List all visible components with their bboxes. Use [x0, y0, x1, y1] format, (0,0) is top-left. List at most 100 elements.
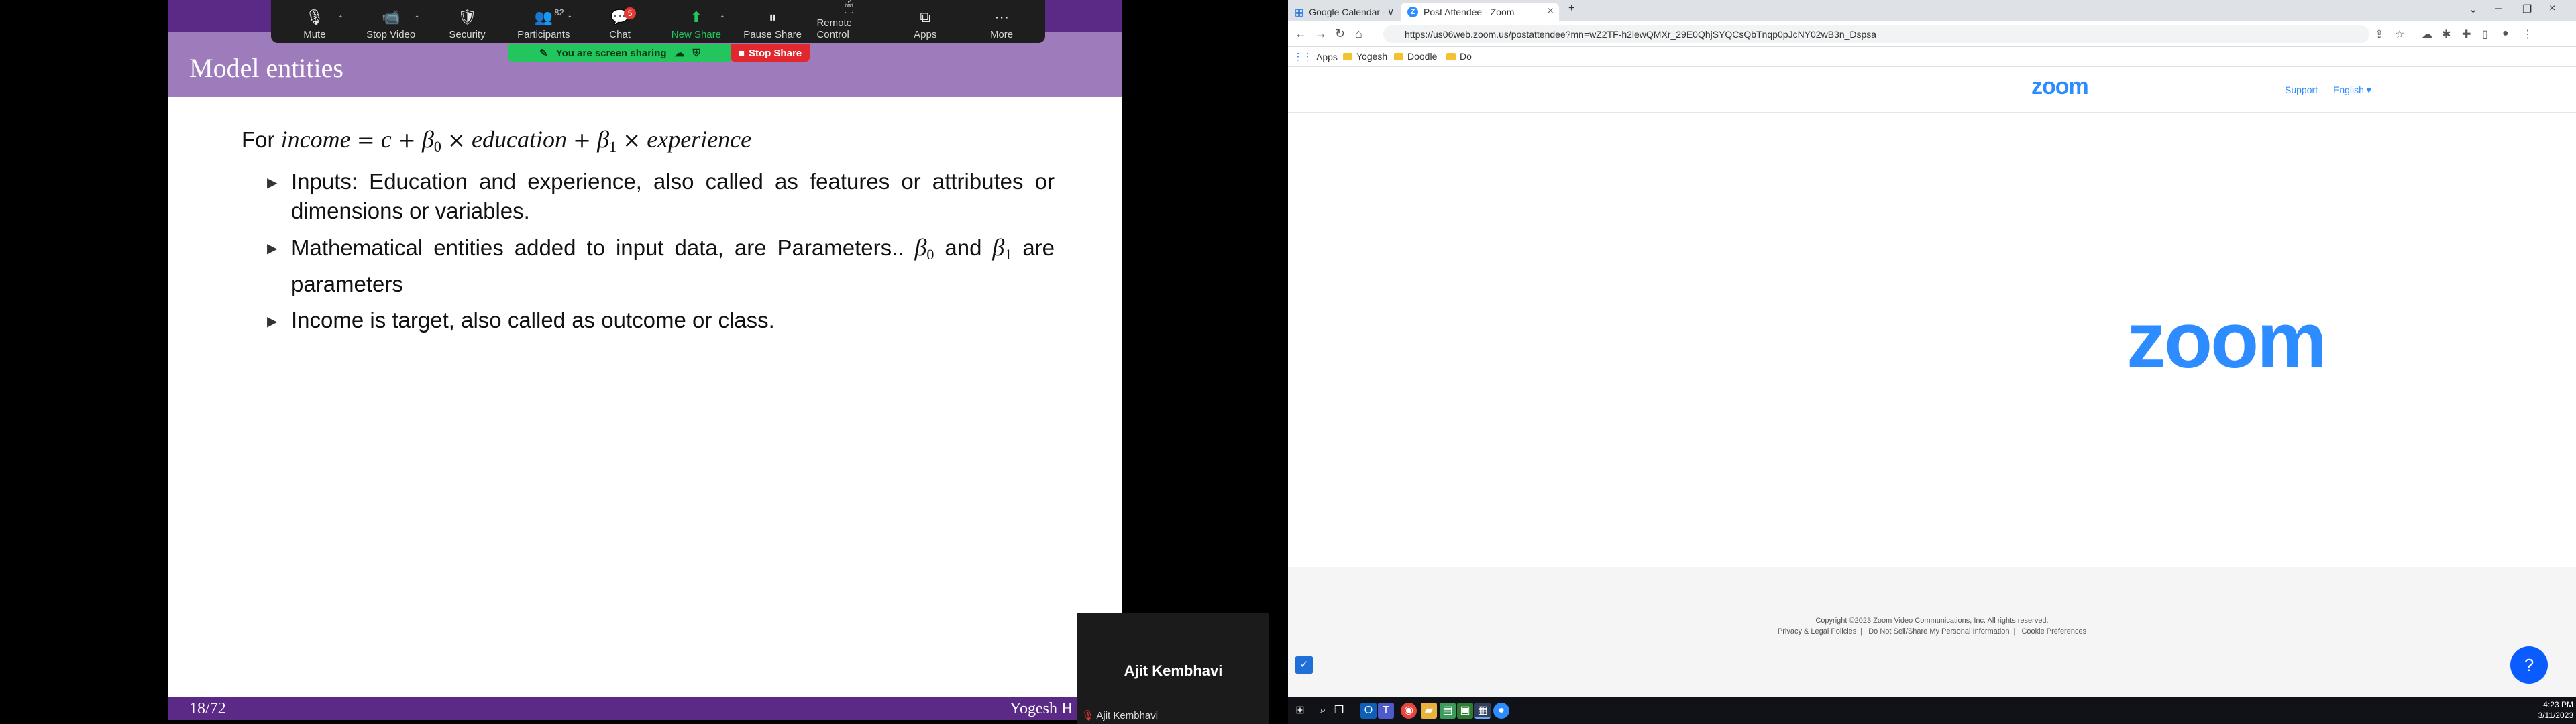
participant-count: 82: [554, 7, 564, 17]
calendar-icon: ▦: [1295, 6, 1304, 17]
reload-icon[interactable]: ↻: [1335, 27, 1345, 41]
cookie-preferences-link[interactable]: Cookie Preferences: [2021, 627, 2086, 636]
bookmark-do[interactable]: Do: [1446, 51, 1472, 62]
help-chat-button[interactable]: ?: [2510, 646, 2548, 684]
bookmark-yogesh[interactable]: Yogesh: [1343, 51, 1387, 62]
bullet-item: ▶ Mathematical entities added to input d…: [241, 233, 1055, 299]
screen-sharing-indicator[interactable]: ✎ You are screen sharing ☁ ⛨: [508, 44, 732, 62]
zoom-favicon-icon: Z: [1407, 7, 1418, 17]
task-view-icon[interactable]: ❒: [1331, 703, 1347, 719]
file-explorer-icon[interactable]: ▰: [1421, 703, 1437, 719]
pause-share-button[interactable]: ⏸ Pause Share: [741, 6, 805, 40]
shield-check-icon[interactable]: ✓: [1295, 656, 1313, 674]
close-tab-icon[interactable]: ×: [1548, 5, 1554, 17]
chevron-up-icon[interactable]: ⌃: [566, 14, 573, 23]
participant-label-text: Ajit Kembhavi: [1096, 710, 1159, 721]
more-button[interactable]: ⋯ More: [969, 6, 1034, 40]
mute-button[interactable]: 🎙 Mute ⌃: [282, 6, 347, 40]
chat-unread-badge: 5: [624, 7, 637, 19]
bookmark-star-icon[interactable]: ☆: [2395, 27, 2404, 41]
bullet-item: ▶ Inputs: Education and experience, also…: [241, 167, 1055, 226]
apps-button[interactable]: ⧉ Apps: [893, 6, 957, 40]
beta-sub-0: 0: [926, 246, 934, 263]
formula-plus-2: +: [573, 127, 591, 153]
share-screen-icon: ⬆: [690, 9, 703, 25]
browser-tab-calendar[interactable]: ▦ Google Calendar - Week of Ma...: [1288, 3, 1393, 21]
new-share-button[interactable]: ⬆ New Share ⌃: [664, 6, 729, 40]
folder-icon: [1394, 52, 1403, 60]
bullet-beta0: β0: [914, 234, 934, 263]
participants-button[interactable]: 👥 82 Participants ⌃: [511, 6, 576, 40]
teams-icon[interactable]: T: [1378, 703, 1394, 719]
new-tab-button[interactable]: +: [1568, 3, 1574, 15]
chevron-up-icon[interactable]: ⌃: [414, 14, 421, 23]
bullet-text: Mathematical entities added to input dat…: [291, 233, 1055, 299]
chevron-up-icon[interactable]: ⌃: [337, 14, 344, 23]
chat-button[interactable]: 💬 5 Chat: [588, 6, 652, 40]
tab-title: Post Attendee - Zoom: [1424, 7, 1515, 17]
stop-share-button[interactable]: ■ Stop Share: [731, 44, 810, 62]
beta-symbol: β: [421, 126, 434, 153]
app-icon[interactable]: ▣: [1457, 703, 1473, 719]
forward-arrow-icon[interactable]: →: [1315, 27, 1327, 41]
language-dropdown[interactable]: English ▾: [2333, 84, 2371, 96]
clock-date: 3/11/2023: [2538, 711, 2574, 720]
restore-icon[interactable]: ❐: [2522, 3, 2532, 16]
bullet-pre: Mathematical entities added to input dat…: [291, 235, 904, 260]
close-window-icon[interactable]: ×: [2549, 3, 2555, 15]
profile-avatar-icon[interactable]: ●: [2502, 27, 2509, 40]
stop-video-button[interactable]: 📹 Stop Video ⌃: [359, 6, 423, 40]
participant-video-tile[interactable]: Ajit Kembhavi 🎙 Ajit Kembhavi: [1077, 613, 1269, 724]
apps-icon: ⧉: [920, 9, 931, 25]
sharing-text: You are screen sharing: [555, 47, 667, 59]
sidebar-icon[interactable]: ▯: [2482, 27, 2488, 41]
privacy-link[interactable]: Privacy & Legal Policies: [1778, 627, 1856, 636]
search-icon[interactable]: ⌕: [1315, 703, 1331, 719]
slide-body: For income = c + β0 × education + β1 × e…: [241, 125, 1055, 343]
browser-tab-zoom[interactable]: Z Post Attendee - Zoom ×: [1401, 3, 1559, 21]
footer-links: Privacy & Legal Policies | Do Not Sell/Sh…: [1777, 627, 2087, 636]
app-icon[interactable]: ▦: [1474, 703, 1491, 719]
minimize-icon[interactable]: –: [2496, 3, 2502, 15]
bullet-beta1: β1: [992, 234, 1012, 263]
windows-start-icon[interactable]: ⊞: [1292, 703, 1308, 719]
app-icon[interactable]: ▤: [1440, 703, 1456, 719]
bullet-triangle-icon: ▶: [267, 176, 278, 190]
puzzle-icon[interactable]: ✚: [2462, 27, 2471, 41]
extension-icon[interactable]: ✱: [2442, 27, 2451, 41]
formula-beta0: β0: [421, 126, 441, 155]
zoom-page-header: zoom Support English ▾: [1288, 67, 2576, 113]
bookmark-apps[interactable]: ⋮⋮ Apps: [1293, 51, 1338, 62]
outlook-icon[interactable]: O: [1360, 703, 1377, 719]
formula-times: ×: [447, 127, 466, 153]
video-camera-icon: 📹: [381, 9, 400, 25]
bookmark-label: Yogesh: [1356, 51, 1388, 62]
mouse-icon: 🖱: [844, 0, 854, 14]
home-icon[interactable]: ⌂: [1355, 27, 1362, 41]
remote-control-button[interactable]: 🖱 Remote Control: [816, 0, 881, 40]
slide-footer: 18/72 Yogesh H Kulkar: [168, 697, 1122, 720]
menu-dots-icon[interactable]: ⋮: [2522, 27, 2533, 41]
formula-income: income: [280, 126, 351, 153]
slide-formula: For income = c + β0 × education + β1 × e…: [241, 125, 1055, 162]
extension-icon[interactable]: ☁: [2422, 27, 2432, 41]
taskbar-clock[interactable]: 4:23 PM 3/11/2023: [2538, 699, 2574, 721]
zoom-taskbar-icon[interactable]: ●: [1493, 703, 1509, 719]
bookmark-doodle[interactable]: Doodle: [1394, 51, 1437, 62]
do-not-sell-link[interactable]: Do Not Sell/Share My Personal Informatio…: [1868, 627, 2009, 636]
chevron-up-icon[interactable]: ⌃: [719, 14, 726, 23]
beta-sub-0: 0: [433, 138, 441, 155]
tab-search-icon[interactable]: ⌄: [2469, 3, 2477, 16]
chrome-icon[interactable]: ◉: [1401, 703, 1417, 719]
zoom-logo[interactable]: zoom: [2031, 74, 2089, 100]
apps-label: Apps: [914, 29, 937, 40]
share-icon[interactable]: ⇪: [2375, 27, 2383, 41]
support-link[interactable]: Support: [2285, 84, 2318, 95]
beta-symbol: β: [914, 234, 927, 261]
back-arrow-icon[interactable]: ←: [1295, 27, 1307, 41]
beta-sub-1: 1: [609, 138, 617, 155]
url-field[interactable]: https://us06web.zoom.us/postattendee?mn=…: [1383, 25, 2369, 43]
security-button[interactable]: 🛡 Security: [435, 6, 499, 40]
bookmarks-bar: ⋮⋮ Apps Yogesh Doodle Do: [1288, 47, 2576, 67]
formula-beta1: β1: [597, 126, 617, 155]
